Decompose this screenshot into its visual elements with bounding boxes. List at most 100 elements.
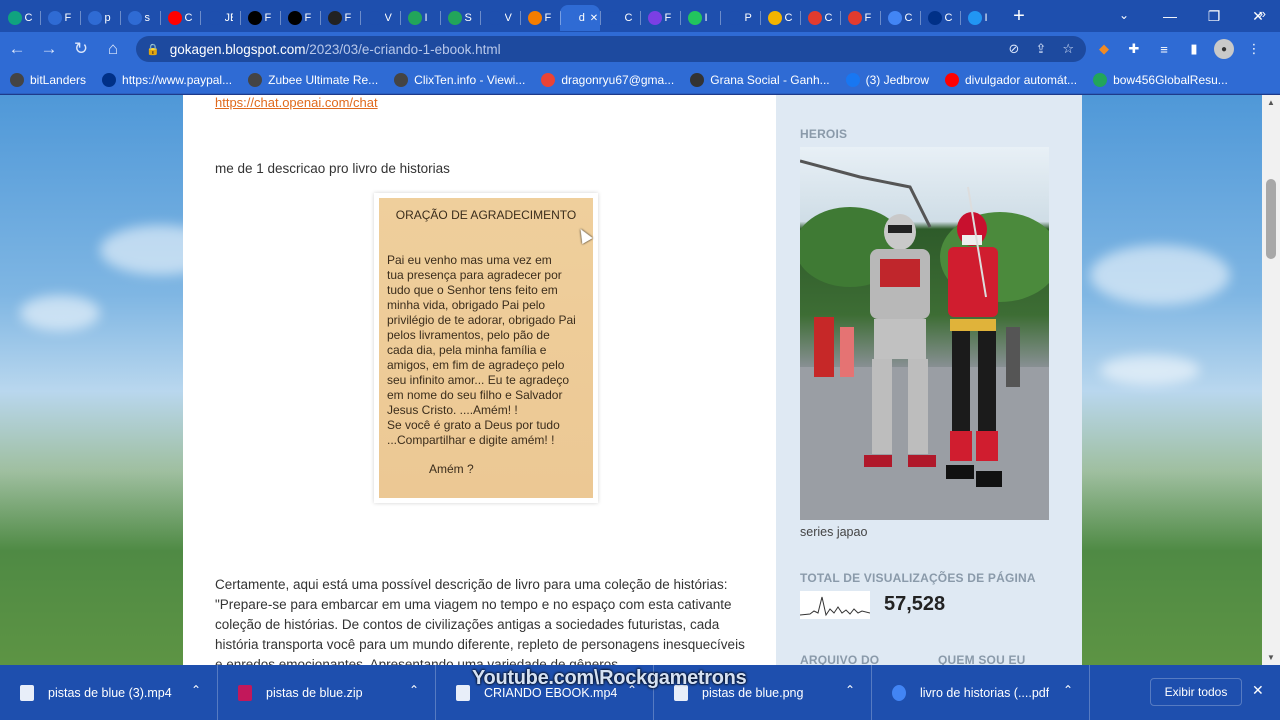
browser-tab[interactable]: JE bbox=[200, 5, 240, 31]
maximize-button[interactable]: ❐ bbox=[1192, 0, 1236, 32]
bookmark-item[interactable]: dragonryu67@gma... bbox=[541, 72, 674, 87]
browser-tab[interactable]: I bbox=[680, 5, 720, 31]
c-icon bbox=[607, 11, 622, 25]
browser-tab[interactable]: d ✕ bbox=[560, 5, 600, 31]
paypal-icon bbox=[927, 11, 942, 25]
eye-slash-icon[interactable]: ⊘ bbox=[1009, 41, 1020, 57]
bookmark-item[interactable]: bitLanders bbox=[10, 72, 86, 87]
c-logo-icon bbox=[47, 11, 62, 25]
home-icon: ⌂ bbox=[107, 39, 119, 58]
browser-tab[interactable]: C bbox=[160, 5, 200, 31]
tab-title: I bbox=[704, 12, 708, 24]
bookmark-item[interactable]: divulgador automát... bbox=[944, 72, 1077, 87]
avatar[interactable]: ● bbox=[1214, 39, 1234, 59]
je-icon bbox=[207, 11, 222, 25]
about-widget-title: QUEM SOU EU bbox=[938, 653, 1026, 665]
share-icon[interactable]: ⇪ bbox=[1035, 41, 1046, 57]
tab-title: F bbox=[344, 12, 352, 24]
flame-icon bbox=[847, 11, 862, 25]
browser-tab[interactable]: V bbox=[360, 5, 400, 31]
star-icon[interactable]: ☆ bbox=[1062, 41, 1074, 57]
forward-arrow-icon: → bbox=[40, 39, 58, 58]
d-icon bbox=[561, 11, 576, 25]
chevron-up-icon[interactable]: ⌃ bbox=[845, 683, 855, 697]
chevron-up-icon[interactable]: ⌃ bbox=[409, 683, 419, 697]
tab-title: JE bbox=[224, 12, 233, 24]
bookmark-item[interactable]: ClixTen.info - Viewi... bbox=[394, 72, 525, 87]
browser-tab[interactable]: C bbox=[920, 5, 960, 31]
browser-tab[interactable]: V bbox=[480, 5, 520, 31]
browser-tab[interactable]: F bbox=[40, 5, 80, 31]
page-viewport: https://chat.openai.com/chat me de 1 des… bbox=[0, 95, 1262, 665]
browser-tab[interactable]: F bbox=[280, 5, 320, 31]
side-panel-icon[interactable]: ▮ bbox=[1184, 39, 1204, 59]
bookmark-item[interactable]: (3) Jedbrow bbox=[845, 72, 929, 87]
chatgpt-icon bbox=[7, 11, 22, 25]
new-tab-button[interactable]: + bbox=[1004, 3, 1034, 29]
forward-button[interactable]: → bbox=[34, 34, 64, 64]
download-item[interactable]: livro de historias (....pdf ⌃ bbox=[872, 665, 1090, 720]
browser-tab[interactable]: C bbox=[760, 5, 800, 31]
video-watermark: Youtube.com\Rockgametrons bbox=[472, 667, 747, 689]
browser-tab[interactable]: I bbox=[400, 5, 440, 31]
tab-title: F bbox=[864, 12, 872, 24]
tab-title: F bbox=[664, 12, 672, 24]
browser-tab[interactable]: F bbox=[840, 5, 880, 31]
chevron-up-icon[interactable]: ⌃ bbox=[1063, 683, 1073, 697]
browser-tab[interactable]: p bbox=[80, 5, 120, 31]
browser-tab[interactable]: F bbox=[240, 5, 280, 31]
download-item[interactable]: pistas de blue (3).mp4 ⌃ bbox=[0, 665, 218, 720]
scroll-down-icon[interactable]: ▼ bbox=[1267, 653, 1275, 662]
google-icon bbox=[541, 72, 556, 87]
prayer-image[interactable]: ORAÇÃO DE AGRADECIMENTO Pai eu venho mas… bbox=[374, 193, 598, 503]
tab-title: C bbox=[784, 12, 793, 24]
chevron-down-icon: ⌄ bbox=[1118, 8, 1130, 22]
bookmarks-overflow-icon[interactable]: » bbox=[1259, 6, 1266, 21]
c-logo-icon bbox=[127, 11, 142, 25]
puzzle-icon[interactable]: ✚ bbox=[1124, 39, 1144, 59]
browser-tab[interactable]: F bbox=[320, 5, 360, 31]
tab-title: F bbox=[304, 12, 312, 24]
scrollbar-thumb[interactable] bbox=[1266, 179, 1276, 259]
tab-title: C bbox=[624, 12, 633, 24]
browser-tab[interactable]: S bbox=[440, 5, 480, 31]
media-list-icon[interactable]: ≡ bbox=[1154, 39, 1174, 59]
browser-tab[interactable]: C bbox=[880, 5, 920, 31]
globe-icon bbox=[394, 72, 409, 87]
address-bar[interactable]: 🔒 gokagen.blogspot.com/2023/03/e-criando… bbox=[136, 36, 1086, 62]
minimize-button[interactable]: — bbox=[1148, 0, 1192, 32]
video-file-icon bbox=[456, 684, 470, 701]
browser-tab[interactable]: C bbox=[0, 5, 40, 31]
chatgpt-link[interactable]: https://chat.openai.com/chat bbox=[215, 95, 378, 110]
chevron-up-icon[interactable]: ⌃ bbox=[191, 683, 201, 697]
bookmarks-bar: bitLanders https://www.paypal... Zubee Ult… bbox=[0, 66, 1280, 94]
reload-icon: ↻ bbox=[73, 39, 89, 58]
browser-tab[interactable]: F bbox=[640, 5, 680, 31]
browser-tab[interactable]: P bbox=[720, 5, 760, 31]
heroes-photo[interactable] bbox=[800, 147, 1049, 520]
fox-extension-icon[interactable]: ◆ bbox=[1094, 39, 1114, 59]
page-scrollbar[interactable]: ▲ ▼ bbox=[1262, 95, 1280, 665]
bookmark-item[interactable]: bow456GlobalResu... bbox=[1093, 72, 1228, 87]
browser-tab[interactable]: C bbox=[800, 5, 840, 31]
home-button[interactable]: ⌂ bbox=[98, 34, 128, 64]
bookmark-item[interactable]: Grana Social - Ganh... bbox=[690, 72, 830, 87]
show-all-downloads-button[interactable]: Exibir todos bbox=[1150, 678, 1242, 706]
browser-tab[interactable]: C bbox=[600, 5, 640, 31]
wix-icon bbox=[287, 11, 302, 25]
browser-tab[interactable]: F bbox=[520, 5, 560, 31]
scroll-up-icon[interactable]: ▲ bbox=[1267, 98, 1275, 107]
download-item[interactable]: pistas de blue.zip ⌃ bbox=[218, 665, 436, 720]
browser-tab[interactable]: I bbox=[960, 5, 1000, 31]
menu-kebab-icon[interactable]: ⋮ bbox=[1244, 39, 1264, 59]
bookmark-item[interactable]: Zubee Ultimate Re... bbox=[248, 72, 378, 87]
browser-tab[interactable]: s bbox=[120, 5, 160, 31]
reload-button[interactable]: ↻ bbox=[66, 34, 96, 64]
close-tab-icon[interactable]: ✕ bbox=[590, 13, 598, 24]
back-button[interactable]: ← bbox=[2, 34, 32, 64]
bookmark-item[interactable]: https://www.paypal... bbox=[102, 72, 232, 87]
tab-search-button[interactable]: ⌄ bbox=[1110, 3, 1138, 27]
close-downloads-icon[interactable]: ✕ bbox=[1252, 682, 1264, 699]
tab-title: C bbox=[824, 12, 833, 24]
paypal-icon bbox=[102, 72, 117, 87]
